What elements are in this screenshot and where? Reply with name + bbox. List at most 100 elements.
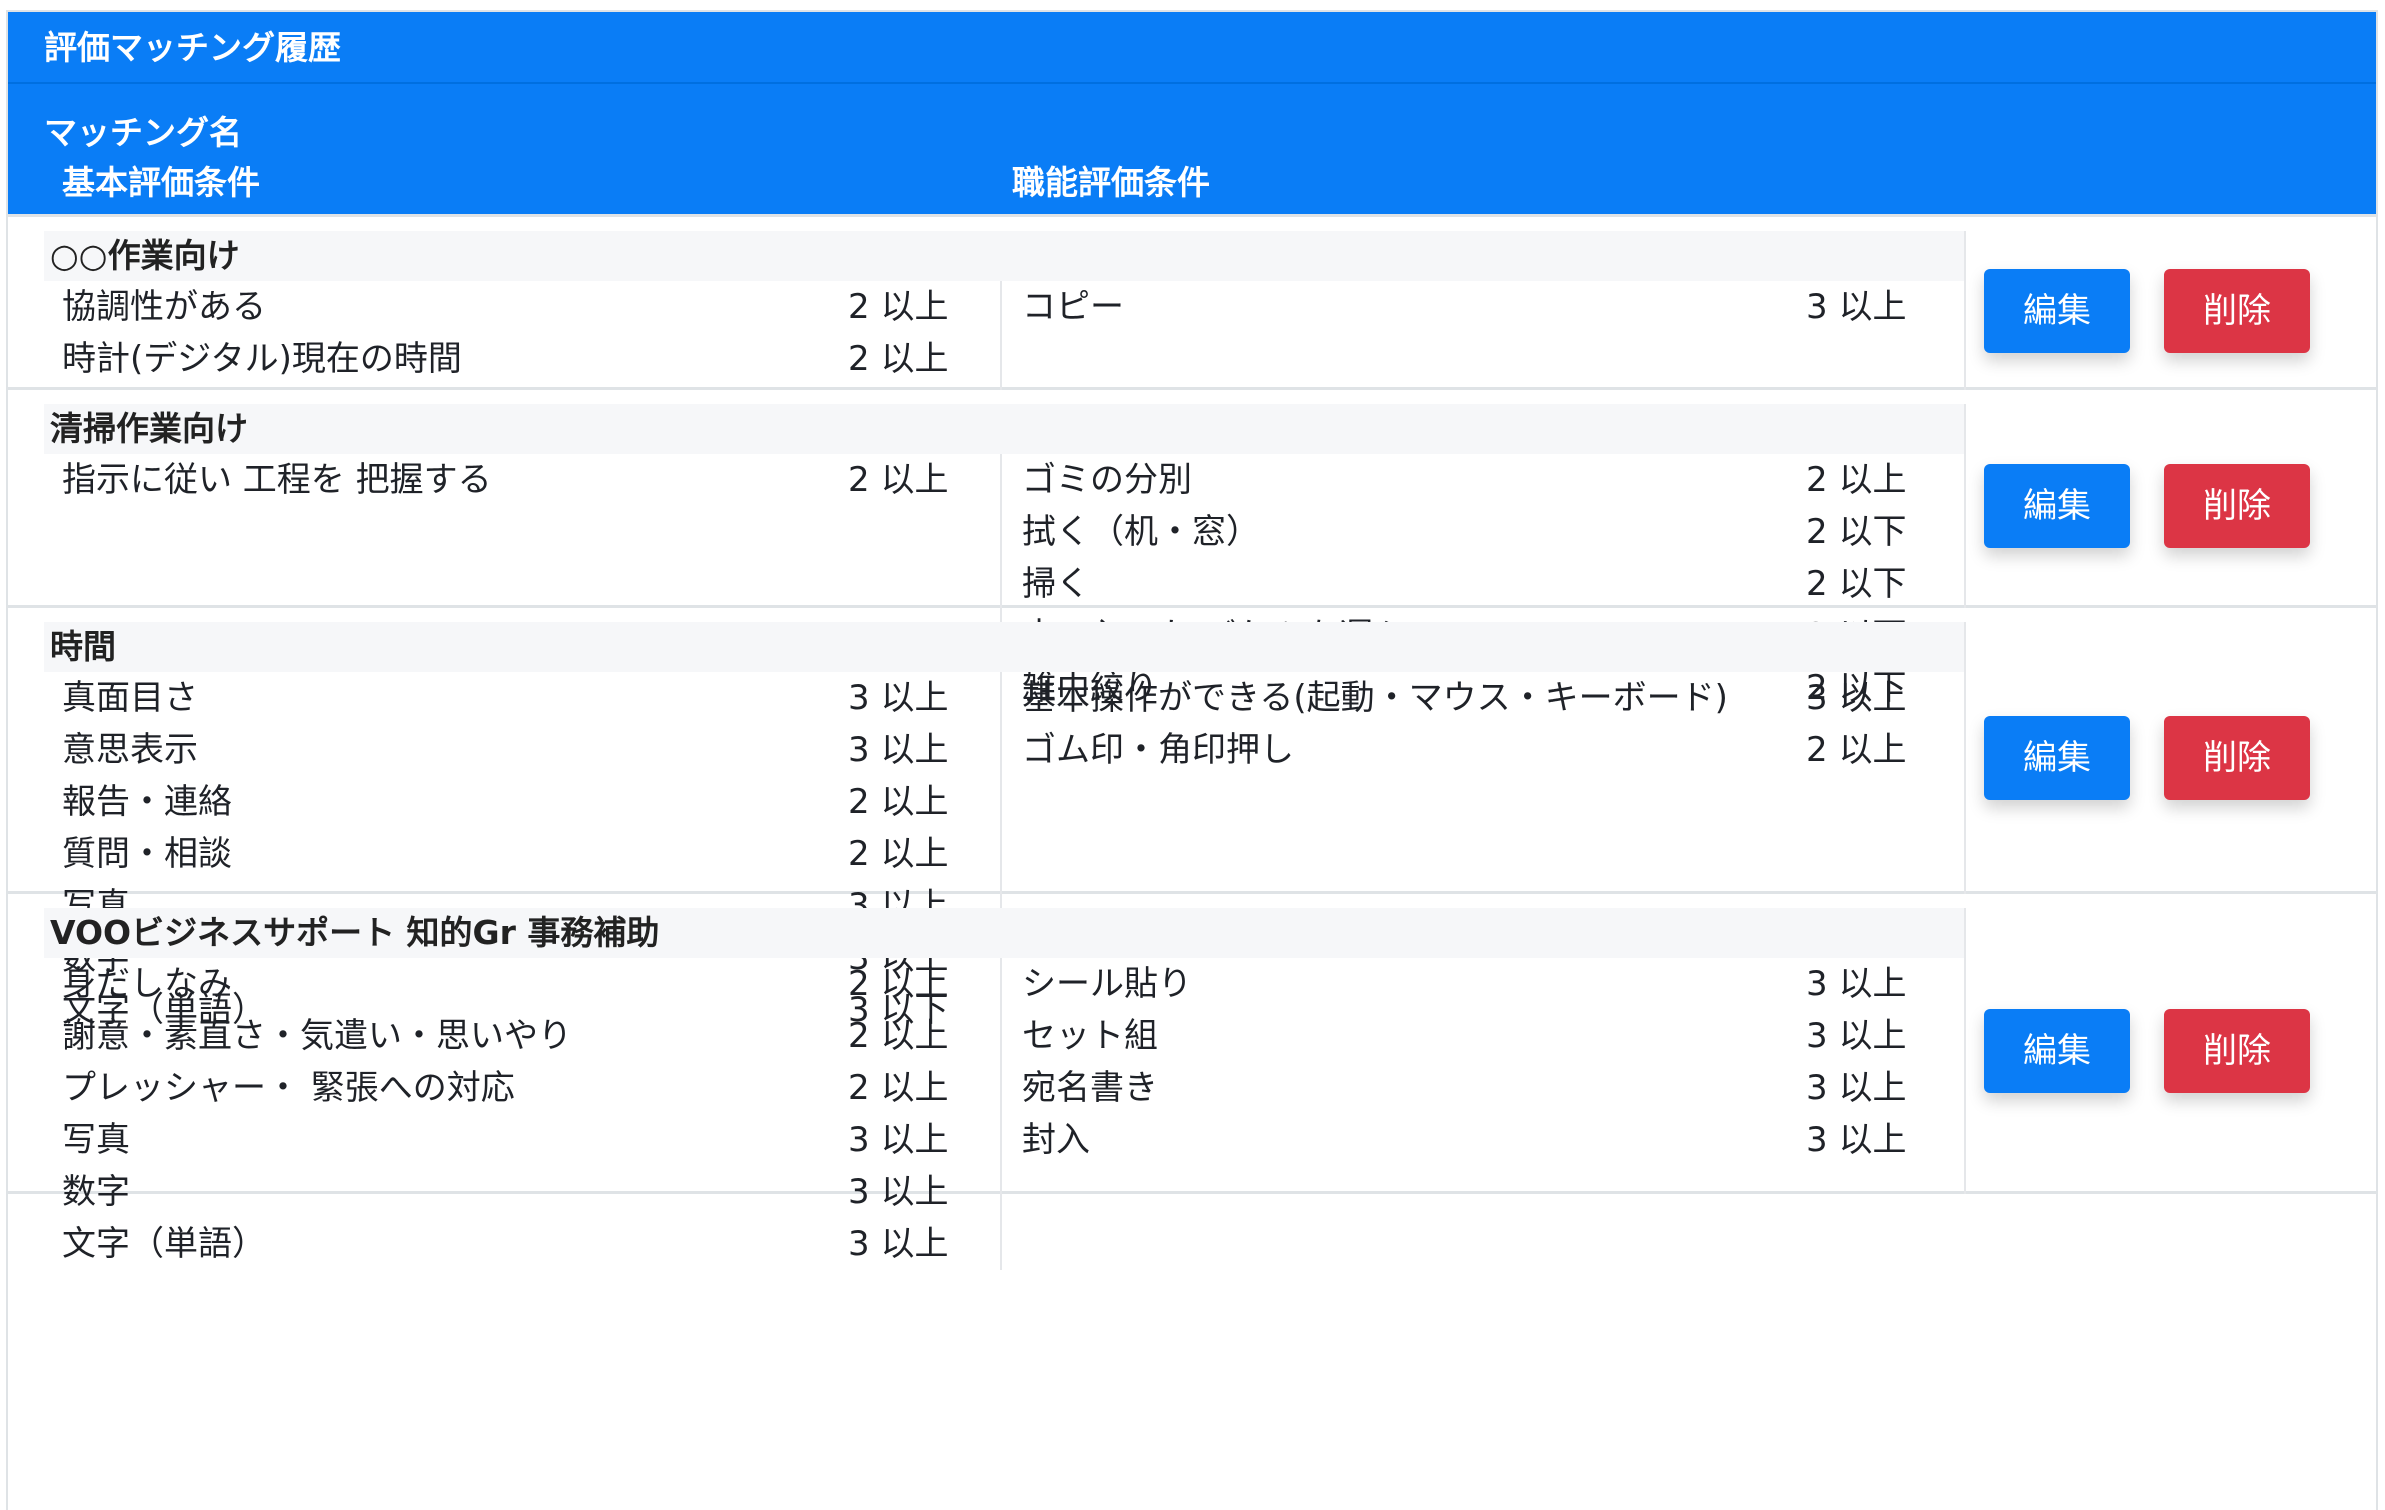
skill-condition-item: セット組 3 以上 (1002, 1010, 1964, 1062)
condition-threshold: 2 以上 (848, 287, 949, 327)
row-actions: 編集 削除 (1964, 404, 2364, 608)
skill-condition-item: 封入 3 以上 (1002, 1114, 1964, 1166)
matching-list: ○○作業向け 協調性がある 2 以上 時計(デジタル)現在の時間 2 以上 コピー 3 以上… (8, 217, 2376, 1270)
basic-condition-item: 真面目さ 3 以上 (44, 672, 1004, 724)
condition-threshold: 3 以上 (848, 730, 949, 770)
condition-label: 協調性がある (62, 287, 266, 327)
condition-label: 指示に従い 工程を 把握する (62, 460, 492, 500)
basic-condition-item: 意思表示 3 以上 (44, 724, 1004, 776)
matching-row: VOOビジネスサポート 知的Gr 事務補助 身だしなみ 2 以上 謝意・素直さ・気遣い… (8, 894, 2376, 1270)
condition-label: プレッシャー・ 緊張への対応 (62, 1068, 515, 1108)
condition-label: 拭く（机・窓） (1022, 512, 1260, 552)
column-header-basic-conditions: 基本評価条件 (62, 163, 260, 202)
condition-threshold: 2 以上 (848, 834, 949, 874)
basic-condition-item: 報告・連絡 2 以上 (44, 776, 1004, 828)
matching-row: ○○作業向け 協調性がある 2 以上 時計(デジタル)現在の時間 2 以上 コピー 3 以上… (8, 217, 2376, 390)
condition-label: 報告・連絡 (62, 782, 232, 822)
row-actions: 編集 削除 (1964, 908, 2364, 1194)
condition-threshold: 2 以上 (848, 782, 949, 822)
condition-threshold: 2 以上 (848, 964, 949, 1004)
condition-label: 基本操作ができる(起動・マウス・キーボード) (1022, 678, 1728, 718)
condition-threshold: 2 以上 (848, 460, 949, 500)
condition-threshold: 2 以上 (1806, 730, 1907, 770)
delete-button[interactable]: 削除 (2164, 464, 2310, 548)
basic-condition-list: 協調性がある 2 以上 時計(デジタル)現在の時間 2 以上 (44, 281, 1004, 390)
delete-button[interactable]: 削除 (2164, 269, 2310, 353)
delete-button[interactable]: 削除 (2164, 1009, 2310, 1093)
skill-condition-item: 掃く 2 以下 (1002, 558, 1964, 610)
basic-condition-item: 写真 3 以上 (44, 1114, 1004, 1166)
edit-button[interactable]: 編集 (1984, 269, 2130, 353)
condition-label: ゴム印・角印押し (1022, 730, 1294, 770)
condition-label: 文字（単語） (62, 1224, 266, 1264)
condition-threshold: 3 以上 (1806, 1016, 1907, 1056)
condition-label: 掃く (1022, 564, 1090, 604)
skill-condition-list: コピー 3 以上 (1000, 281, 1964, 390)
matching-history-card: 評価マッチング履歴 マッチング名 基本評価条件 職能評価条件 ○○作業向け 協調性… (6, 10, 2378, 1510)
basic-condition-item: 文字（単語） 3 以上 (44, 1218, 1004, 1270)
skill-condition-item: ゴミの分別 2 以上 (1002, 454, 1964, 506)
skill-condition-item: 基本操作ができる(起動・マウス・キーボード) 3 以上 (1002, 672, 1964, 724)
basic-condition-item: 数字 3 以上 (44, 1166, 1004, 1218)
condition-threshold: 2 以上 (848, 1068, 949, 1108)
condition-threshold: 3 以上 (1806, 1120, 1907, 1160)
condition-label: 写真 (62, 1120, 130, 1160)
matching-name: ○○作業向け (44, 231, 1964, 281)
row-actions: 編集 削除 (1964, 231, 2364, 390)
basic-condition-list: 身だしなみ 2 以上 謝意・素直さ・気遣い・思いやり 2 以上 プレッシャー・ 緊張への… (44, 958, 1004, 1270)
condition-label: セット組 (1022, 1016, 1158, 1056)
edit-button[interactable]: 編集 (1984, 716, 2130, 800)
condition-label: 数字 (62, 1172, 130, 1212)
condition-label: 真面目さ (62, 678, 198, 718)
condition-threshold: 3 以上 (1806, 678, 1907, 718)
page-title: 評価マッチング履歴 (8, 12, 2376, 84)
basic-condition-item: 時計(デジタル)現在の時間 2 以上 (44, 333, 1004, 385)
condition-label: 時計(デジタル)現在の時間 (62, 339, 462, 379)
delete-button[interactable]: 削除 (2164, 716, 2310, 800)
condition-label: 意思表示 (62, 730, 198, 770)
edit-button[interactable]: 編集 (1984, 464, 2130, 548)
table-header: マッチング名 基本評価条件 職能評価条件 (8, 84, 2376, 217)
condition-threshold: 3 以上 (1806, 1068, 1907, 1108)
condition-threshold: 2 以下 (1806, 512, 1907, 552)
condition-threshold: 2 以上 (848, 1016, 949, 1056)
skill-condition-item: 宛名書き 3 以上 (1002, 1062, 1964, 1114)
matching-row: 時間 真面目さ 3 以上 意思表示 3 以上 報告・連絡 2 以上 質問・相談 2 以上 写真 3 … (8, 608, 2376, 1036)
column-header-skill-conditions: 職能評価条件 (1012, 163, 1210, 202)
condition-label: 封入 (1022, 1120, 1090, 1160)
condition-threshold: 2 以上 (1806, 460, 1907, 500)
condition-label: ゴミの分別 (1022, 460, 1192, 500)
skill-condition-item: シール貼り 3 以上 (1002, 958, 1964, 1010)
row-actions: 編集 削除 (1964, 622, 2364, 894)
condition-threshold: 2 以上 (848, 339, 949, 379)
page-viewport: 評価マッチング履歴 マッチング名 基本評価条件 職能評価条件 ○○作業向け 協調性… (0, 0, 2385, 1510)
skill-condition-list: シール貼り 3 以上 セット組 3 以上 宛名書き 3 以上 封入 3 以上 (1000, 958, 1964, 1270)
condition-label: シール貼り (1022, 964, 1192, 1004)
condition-label: 身だしなみ (62, 964, 232, 1004)
skill-condition-item: コピー 3 以上 (1002, 281, 1964, 333)
skill-condition-item: 拭く（机・窓） 2 以下 (1002, 506, 1964, 558)
condition-threshold: 3 以上 (848, 678, 949, 718)
condition-threshold: 3 以上 (1806, 964, 1907, 1004)
condition-label: 謝意・素直さ・気遣い・思いやり (62, 1016, 572, 1056)
edit-button[interactable]: 編集 (1984, 1009, 2130, 1093)
matching-name: 時間 (44, 622, 1964, 672)
condition-threshold: 3 以上 (848, 1224, 949, 1264)
condition-threshold: 2 以下 (1806, 564, 1907, 604)
condition-label: 質問・相談 (62, 834, 232, 874)
basic-condition-item: 身だしなみ 2 以上 (44, 958, 1004, 1010)
column-header-matching-name: マッチング名 (44, 113, 242, 152)
condition-threshold: 3 以上 (1806, 287, 1907, 327)
matching-row: 清掃作業向け指示に従い 工程を 把握する 2 以上 ゴミの分別 2 以上拭く（机・窓）… (8, 390, 2376, 714)
skill-condition-item: ゴム印・角印押し 2 以上 (1002, 724, 1964, 776)
basic-condition-item: プレッシャー・ 緊張への対応 2 以上 (44, 1062, 1004, 1114)
condition-label: 宛名書き (1022, 1068, 1158, 1108)
condition-label: コピー (1022, 287, 1124, 327)
basic-condition-item: 指示に従い 工程を 把握する 2 以上 (44, 454, 1004, 506)
condition-threshold: 3 以上 (848, 1120, 949, 1160)
basic-condition-item: 謝意・素直さ・気遣い・思いやり 2 以上 (44, 1010, 1004, 1062)
condition-threshold: 3 以上 (848, 1172, 949, 1212)
basic-condition-item: 協調性がある 2 以上 (44, 281, 1004, 333)
matching-name: 清掃作業向け (44, 404, 1964, 454)
basic-condition-item: 質問・相談 2 以上 (44, 828, 1004, 880)
